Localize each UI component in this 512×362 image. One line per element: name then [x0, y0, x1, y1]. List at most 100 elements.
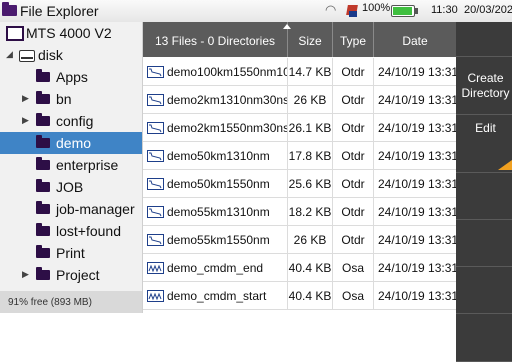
cell-size: 26 KB — [288, 226, 333, 253]
cell-type: Otdr — [333, 198, 374, 225]
battery-percent: 100% — [362, 2, 391, 14]
tree-item-folder[interactable]: demo — [0, 132, 142, 154]
side-button-6[interactable] — [456, 314, 512, 362]
cell-name: demo2km1310nm30ns — [143, 86, 288, 113]
submenu-indicator-icon — [498, 160, 512, 170]
table-row[interactable]: demo2km1310nm30ns 26 KB Otdr 24/10/19 13:31 — [143, 86, 456, 114]
cell-date: 24/10/19 13:31 — [378, 233, 456, 247]
otdr-file-icon — [147, 178, 164, 190]
folder-tree: MTS 4000 V2 ◢ disk Apps ▶ bn ▶ config demo ent… — [0, 22, 143, 313]
side-button-0[interactable] — [456, 22, 512, 57]
cell-name: demo2km1550nm30ns — [143, 114, 288, 141]
folder-icon — [36, 135, 50, 148]
table-row[interactable]: demo_cmdm_start 40.4 KB Osa 24/10/19 13:31 — [143, 282, 456, 310]
cell-date: 24/10/19 13:31 — [378, 177, 456, 191]
column-header-name[interactable]: 13 Files - 0 Directories — [143, 22, 291, 57]
cell-type: Otdr — [333, 142, 374, 169]
battery-icon — [391, 5, 418, 17]
side-button-5[interactable] — [456, 267, 512, 314]
tree-item-folder[interactable]: enterprise — [0, 154, 142, 176]
otdr-file-icon — [147, 234, 164, 246]
table-row[interactable]: demo50km1310nm 17.8 KB Otdr 24/10/19 13:31 — [143, 142, 456, 170]
tree-item-label: demo — [56, 135, 92, 151]
cell-size: 26.1 KB — [288, 114, 333, 141]
otdr-file-icon — [147, 206, 164, 218]
tree-item-folder[interactable]: job-manager — [0, 198, 142, 220]
free-space-bar: 91% free (893 MB) — [0, 291, 142, 313]
cell-name: demo100km1550nm10us — [143, 58, 288, 85]
table-row[interactable]: demo_cmdm_end 40.4 KB Osa 24/10/19 13:31 — [143, 254, 456, 282]
folder-icon — [36, 179, 50, 192]
cell-size: 40.4 KB — [288, 254, 333, 281]
table-row[interactable]: demo50km1550nm 25.6 KB Otdr 24/10/19 13:31 — [143, 170, 456, 198]
osa-file-icon — [147, 290, 164, 302]
tree-item-folder[interactable]: ▶ bn — [0, 88, 142, 110]
tree-item-folder[interactable]: Apps — [0, 66, 142, 88]
free-space-label: 91% free (893 MB) — [8, 297, 92, 308]
cell-date: 24/10/19 13:31 — [378, 65, 456, 79]
cell-type: Otdr — [333, 86, 374, 113]
app-title: File Explorer — [20, 3, 99, 19]
battery-fill — [393, 7, 412, 15]
cell-date: 24/10/19 13:31 — [378, 121, 456, 135]
folder-icon — [36, 223, 50, 236]
table-row[interactable]: demo55km1310nm 18.2 KB Otdr 24/10/19 13:31 — [143, 198, 456, 226]
clock-time: 11:30 — [431, 4, 458, 16]
folder-icon — [36, 267, 50, 280]
cell-type: Osa — [333, 254, 374, 281]
create-directory-button[interactable]: Create Directory — [456, 57, 512, 115]
tree-item-label: MTS 4000 V2 — [26, 25, 112, 41]
cell-date: 24/10/19 13:31 — [378, 149, 456, 163]
table-row[interactable]: demo2km1550nm30ns 26.1 KB Otdr 24/10/19 13:… — [143, 114, 456, 142]
cell-size: 14.7 KB — [288, 58, 333, 85]
tree-item-label: config — [56, 113, 94, 129]
wifi-icon: ◠ — [325, 2, 337, 17]
folder-icon — [36, 91, 50, 104]
folder-icon — [36, 113, 50, 126]
cell-date: 24/10/19 13:31 — [378, 205, 456, 219]
cell-type: Otdr — [333, 58, 374, 85]
table-row[interactable]: demo55km1550nm 26 KB Otdr 24/10/19 13:31 — [143, 226, 456, 254]
otdr-file-icon — [147, 122, 164, 134]
tree-item-folder[interactable]: ▶ config — [0, 110, 142, 132]
tree-item-label: Project — [56, 267, 100, 283]
cell-type: Otdr — [333, 170, 374, 197]
tree-item-folder[interactable]: JOB — [0, 176, 142, 198]
expander-closed-icon[interactable]: ▶ — [22, 93, 29, 104]
tree-item-label: Apps — [56, 69, 88, 85]
tree-item-label: disk — [38, 47, 63, 63]
tree-item-folder[interactable]: Print — [0, 242, 142, 264]
folder-icon — [36, 69, 50, 82]
column-header-date[interactable]: Date — [374, 22, 456, 57]
cell-size: 26 KB — [288, 86, 333, 113]
status-bar: File Explorer ◠ 100% 11:30 20/03/2020 — [0, 0, 512, 23]
expander-closed-icon[interactable]: ▶ — [22, 269, 29, 280]
tree-item-label: JOB — [56, 179, 84, 195]
otdr-file-icon — [147, 94, 164, 106]
cell-size: 40.4 KB — [288, 282, 333, 309]
tree-item-folder[interactable]: ▶ Project — [0, 264, 142, 286]
tree-item-label: Print — [56, 245, 85, 261]
tree-item-disk[interactable]: ◢ disk — [0, 44, 142, 66]
side-panel: Create Directory Edit — [456, 22, 512, 362]
cell-name: demo_cmdm_start — [143, 282, 288, 309]
cell-name: demo50km1310nm — [143, 142, 288, 169]
tree-item-device[interactable]: MTS 4000 V2 — [0, 22, 142, 44]
folder-icon — [36, 201, 50, 214]
cell-name: demo50km1550nm — [143, 170, 288, 197]
table-row[interactable]: demo100km1550nm10us14.7 KBOtdr 24/10/19 1… — [143, 58, 456, 86]
tree-item-label: lost+found — [56, 223, 121, 239]
cell-type: Otdr — [333, 226, 374, 253]
cell-date: 24/10/19 13:31 — [378, 289, 456, 303]
column-header-size[interactable]: Size — [288, 22, 333, 57]
side-button-3[interactable] — [456, 173, 512, 220]
edit-button[interactable]: Edit — [456, 115, 512, 173]
cell-size: 17.8 KB — [288, 142, 333, 169]
tree-item-folder[interactable]: lost+found — [0, 220, 142, 242]
column-header-type[interactable]: Type — [333, 22, 374, 57]
device-icon — [6, 26, 24, 41]
expander-open-icon[interactable]: ◢ — [6, 49, 13, 60]
side-button-4[interactable] — [456, 220, 512, 267]
expander-closed-icon[interactable]: ▶ — [22, 115, 29, 126]
cell-name: demo55km1310nm — [143, 198, 288, 225]
